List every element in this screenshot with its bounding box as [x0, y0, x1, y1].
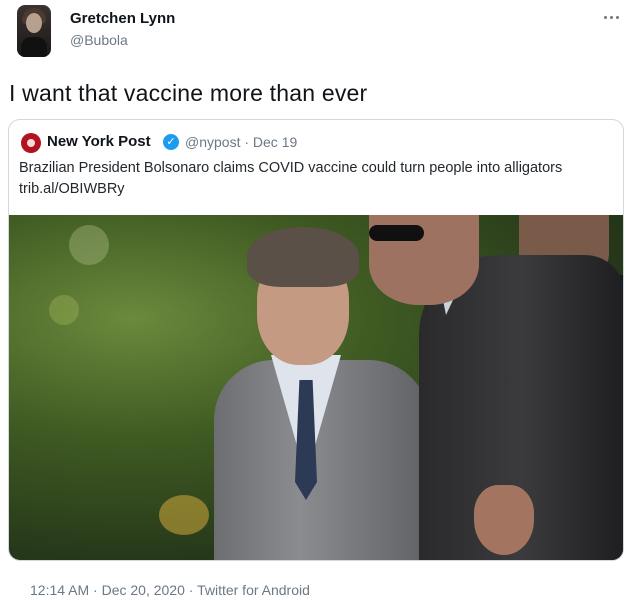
avatar-face [26, 13, 42, 33]
photo-background-blur [49, 295, 79, 325]
author-avatar[interactable] [17, 5, 51, 57]
news-photo[interactable] [9, 215, 623, 560]
quoted-author-meta: @nypost · Dec 19 [185, 134, 298, 150]
photo-background-blur [69, 225, 109, 265]
photo-background-blur [159, 495, 209, 535]
tweet-text: I want that vaccine more than ever [9, 80, 368, 106]
photo-person-center-hair [247, 227, 359, 287]
quoted-tweet-card[interactable]: New York Post ✓ @nypost · Dec 19 Brazili… [8, 119, 624, 561]
author-handle[interactable]: @Bubola [70, 32, 128, 48]
quoted-author-avatar[interactable] [21, 133, 41, 153]
quoted-author-name[interactable]: New York Post [47, 133, 151, 150]
author-name[interactable]: Gretchen Lynn [70, 10, 175, 27]
more-options-icon[interactable] [604, 10, 624, 24]
photo-bodyguard-hand [474, 485, 534, 555]
verified-badge-icon: ✓ [163, 134, 179, 150]
tweet: Gretchen Lynn @Bubola I want that vaccin… [0, 0, 631, 600]
photo-bodyguard-sunglasses [369, 225, 424, 241]
quoted-tweet-text: Brazilian President Bolsonaro claims COV… [19, 160, 563, 197]
tweet-timestamp[interactable]: 12:14 AM · Dec 20, 2020 · Twitter for An… [30, 582, 310, 598]
avatar-body [21, 37, 47, 57]
